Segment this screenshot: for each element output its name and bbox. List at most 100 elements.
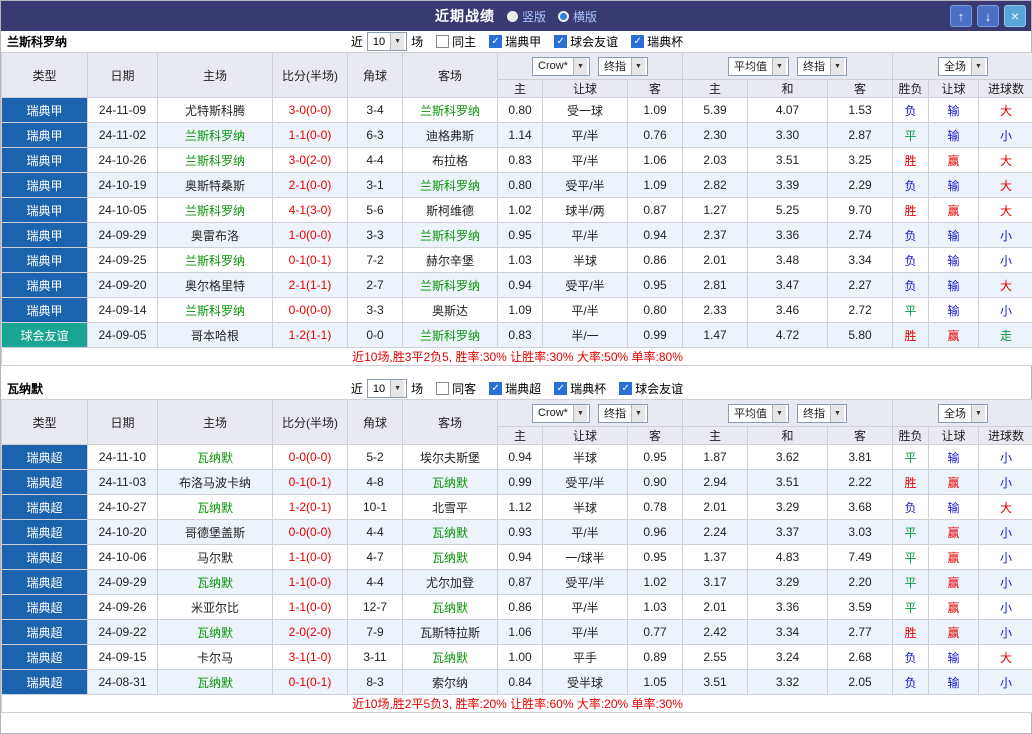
scope-select[interactable]: 全场▼ <box>938 404 988 423</box>
average-time-select[interactable]: 终指▼ <box>797 57 847 76</box>
avg-draw-cell: 3.51 <box>748 148 828 173</box>
away-team-cell: 兰斯科罗纳 <box>403 323 498 348</box>
sections-container: 兰斯科罗纳近10▼场同主✓瑞典甲✓球会友谊✓瑞典杯类型日期主场比分(半场)角球客… <box>1 31 1031 713</box>
date-cell: 24-09-29 <box>88 223 158 248</box>
filter-checkbox[interactable]: ✓瑞典超 <box>489 380 541 397</box>
date-cell: 24-09-29 <box>88 570 158 595</box>
result-cell: 胜 <box>893 198 929 223</box>
scope-select-value: 全场 <box>944 405 966 421</box>
league-cell: 瑞典甲 <box>2 248 88 273</box>
table-row: 瑞典超24-10-06马尔默1-1(0-0)4-7瓦纳默0.94一/球半0.95… <box>2 545 1032 570</box>
odds-company-select[interactable]: Crow*▼ <box>532 404 590 423</box>
result-cell: 平 <box>893 595 929 620</box>
goals-cell: 小 <box>979 298 1032 323</box>
radio-vertical[interactable]: 竖版 <box>507 8 546 25</box>
sub-column-header: 让球 <box>929 80 979 98</box>
score-cell: 1-2(1-1) <box>273 323 348 348</box>
away-team-cell: 尤尔加登 <box>403 570 498 595</box>
handicap-result-cell: 输 <box>929 298 979 323</box>
radio-horizontal[interactable]: 横版 <box>558 8 597 25</box>
result-cell: 胜 <box>893 620 929 645</box>
avg-away-cell: 2.27 <box>828 273 893 298</box>
score-cell: 2-0(2-0) <box>273 620 348 645</box>
filter-checkbox[interactable]: 同主 <box>436 33 476 50</box>
filter-checkbox[interactable]: ✓瑞典杯 <box>554 380 606 397</box>
league-cell: 瑞典超 <box>2 645 88 670</box>
away-odds-cell: 1.09 <box>628 173 683 198</box>
filter-checkbox-label: 同客 <box>452 380 476 397</box>
odds-header-cell: Crow*▼ 终指▼ <box>498 400 683 427</box>
table-row: 瑞典甲24-10-26兰斯科罗纳3-0(2-0)4-4布拉格0.83平/半1.0… <box>2 148 1032 173</box>
handicap-result-cell: 输 <box>929 273 979 298</box>
odds-time-select[interactable]: 终指▼ <box>598 57 648 76</box>
scope-select[interactable]: 全场▼ <box>938 57 988 76</box>
recent-count-select[interactable]: 10▼ <box>367 379 407 398</box>
date-cell: 24-09-20 <box>88 273 158 298</box>
odds-time-select[interactable]: 终指▼ <box>598 404 648 423</box>
handicap-result-cell: 赢 <box>929 520 979 545</box>
team-section: 瓦纳默近10▼场同客✓瑞典超✓瑞典杯✓球会友谊类型日期主场比分(半场)角球客场C… <box>1 378 1032 713</box>
handicap-result-cell: 输 <box>929 670 979 695</box>
filter-checkbox-label: 瑞典杯 <box>570 380 606 397</box>
handicap-cell: 平/半 <box>543 298 628 323</box>
avg-home-cell: 2.82 <box>683 173 748 198</box>
avg-home-cell: 1.47 <box>683 323 748 348</box>
corners-cell: 3-3 <box>348 223 403 248</box>
filter-bar: 近10▼场同主✓瑞典甲✓球会友谊✓瑞典杯 <box>351 32 683 51</box>
odds-company-select[interactable]: Crow*▼ <box>532 57 590 76</box>
avg-away-cell: 3.25 <box>828 148 893 173</box>
handicap-result-cell: 赢 <box>929 545 979 570</box>
avg-home-cell: 2.01 <box>683 248 748 273</box>
table-row: 瑞典甲24-11-02兰斯科罗纳1-1(0-0)6-3迪格弗斯1.14平/半0.… <box>2 123 1032 148</box>
summary-row: 近10场,胜2平5负3, 胜率:20% 让胜率:60% 大率:20% 单率:30… <box>2 695 1032 713</box>
away-team-cell: 瓦纳默 <box>403 645 498 670</box>
page-title: 近期战绩 <box>435 6 495 26</box>
handicap-result-cell: 输 <box>929 445 979 470</box>
recent-count-select-value: 10 <box>373 383 385 395</box>
column-header: 比分(半场) <box>273 53 348 98</box>
league-cell: 瑞典超 <box>2 620 88 645</box>
odds-company-select-value: Crow* <box>538 60 568 72</box>
handicap-cell: 半球 <box>543 495 628 520</box>
average-time-select[interactable]: 终指▼ <box>797 404 847 423</box>
avg-draw-cell: 4.83 <box>748 545 828 570</box>
average-select[interactable]: 平均值▼ <box>728 57 789 76</box>
move-up-button[interactable]: ↑ <box>950 5 972 27</box>
handicap-cell: 球半/两 <box>543 198 628 223</box>
filter-checkbox[interactable]: ✓球会友谊 <box>554 33 618 50</box>
filter-checkbox[interactable]: ✓球会友谊 <box>619 380 683 397</box>
league-cell: 瑞典超 <box>2 470 88 495</box>
close-button[interactable]: × <box>1004 5 1026 27</box>
score-cell: 2-1(1-1) <box>273 273 348 298</box>
league-cell: 瑞典甲 <box>2 198 88 223</box>
filter-checkbox[interactable]: 同客 <box>436 380 476 397</box>
summary-text: 近10场,胜2平5负3, 胜率:20% 让胜率:60% 大率:20% 单率:30… <box>2 695 1032 713</box>
scope-select-value: 全场 <box>944 58 966 74</box>
chevron-down-icon: ▼ <box>830 58 844 75</box>
date-cell: 24-09-25 <box>88 248 158 273</box>
sub-column-header: 让球 <box>543 427 628 445</box>
date-cell: 24-08-31 <box>88 670 158 695</box>
column-header: 主场 <box>158 53 273 98</box>
goals-cell: 大 <box>979 198 1032 223</box>
filter-checkbox[interactable]: ✓瑞典杯 <box>631 33 683 50</box>
move-down-button[interactable]: ↓ <box>977 5 999 27</box>
home-odds-cell: 0.94 <box>498 445 543 470</box>
league-cell: 瑞典甲 <box>2 273 88 298</box>
score-cell: 1-2(0-1) <box>273 495 348 520</box>
home-odds-cell: 0.94 <box>498 273 543 298</box>
avg-home-cell: 3.17 <box>683 570 748 595</box>
column-header: 主场 <box>158 400 273 445</box>
avg-away-cell: 9.70 <box>828 198 893 223</box>
home-odds-cell: 1.00 <box>498 645 543 670</box>
away-team-cell: 布拉格 <box>403 148 498 173</box>
odds-selects: Crow*▼ 终指▼ <box>498 57 682 76</box>
avg-home-cell: 2.55 <box>683 645 748 670</box>
recent-count-select[interactable]: 10▼ <box>367 32 407 51</box>
table-row: 瑞典超24-11-10瓦纳默0-0(0-0)5-2埃尔夫斯堡0.94半球0.95… <box>2 445 1032 470</box>
column-header: 类型 <box>2 400 88 445</box>
odds-time-select-value: 终指 <box>604 405 626 421</box>
average-select[interactable]: 平均值▼ <box>728 404 789 423</box>
home-odds-cell: 0.80 <box>498 173 543 198</box>
filter-checkbox[interactable]: ✓瑞典甲 <box>489 33 541 50</box>
